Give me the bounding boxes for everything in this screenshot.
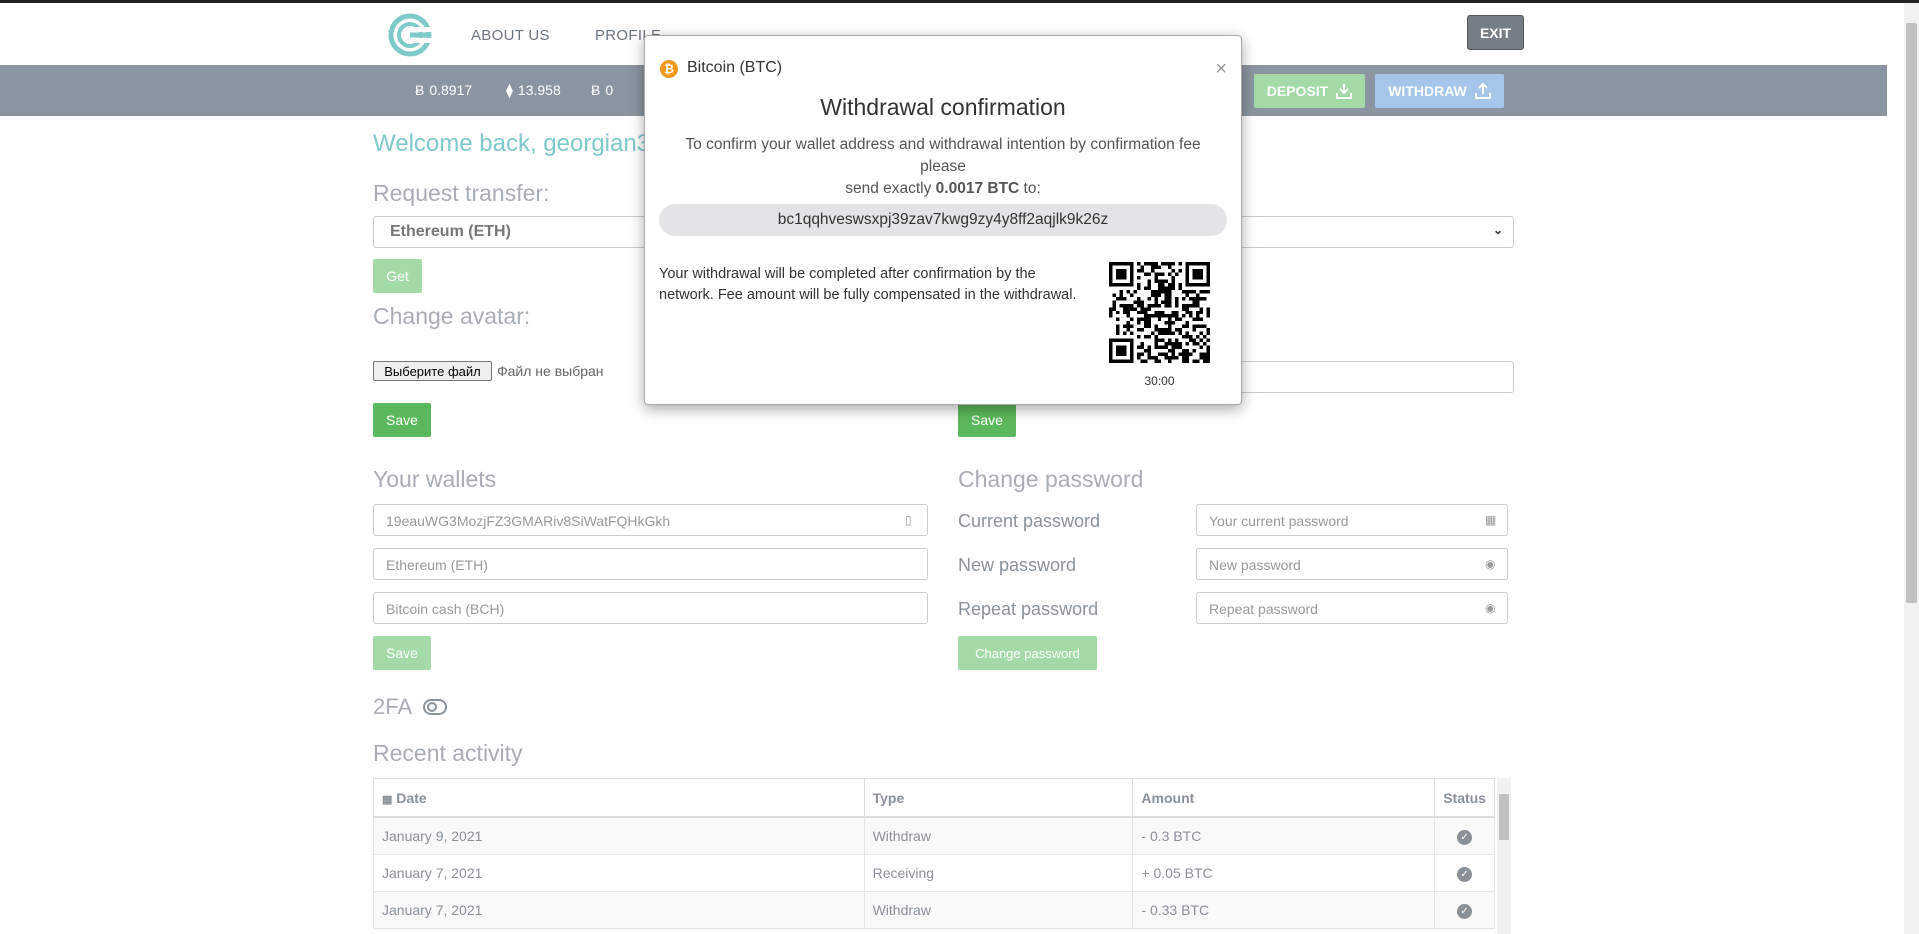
modal-desc-line1: To confirm your wallet address and withd… bbox=[685, 136, 1201, 175]
right-form-save-button[interactable]: Save bbox=[958, 403, 1016, 437]
transfer-currency-value: Ethereum (ETH) bbox=[390, 223, 511, 240]
download-icon bbox=[1336, 84, 1353, 99]
new-password-placeholder: New password bbox=[1209, 557, 1301, 573]
keyboard-icon: ▦ bbox=[1485, 513, 1497, 527]
balance-btc: Ƀ 0.8917 bbox=[415, 82, 472, 98]
choose-file-button[interactable]: Выберите файл bbox=[373, 361, 492, 381]
new-password-field[interactable]: New password ◉ bbox=[1196, 548, 1508, 580]
change-password-title: Change password bbox=[958, 466, 1144, 492]
modal-coin-name: Bitcoin (BTC) bbox=[687, 59, 783, 76]
current-password-placeholder: Your current password bbox=[1209, 513, 1349, 529]
balance-btc-value: 0.8917 bbox=[429, 82, 473, 98]
table-row: January 9, 2021 Withdraw - 0.3 BTC ✓ bbox=[373, 816, 1495, 855]
get-button[interactable]: Get bbox=[373, 259, 422, 293]
qr-code bbox=[1109, 262, 1210, 363]
calendar-icon: ▦ bbox=[382, 793, 393, 806]
twofa-label: 2FA bbox=[373, 694, 413, 719]
table-scrollbar[interactable] bbox=[1497, 778, 1511, 934]
modal-note: Your withdrawal will be completed after … bbox=[659, 266, 1077, 303]
deposit-label: DEPOSIT bbox=[1266, 83, 1329, 99]
balance-eth-value: 13.958 bbox=[517, 82, 561, 98]
withdraw-label: WITHDRAW bbox=[1388, 83, 1467, 99]
row-amount: + 0.05 BTC bbox=[1132, 854, 1436, 892]
modal-desc-suffix: to: bbox=[1019, 180, 1041, 197]
bitcoin-cash-icon: Ƀ bbox=[591, 82, 601, 98]
balance-bch: Ƀ0 bbox=[591, 82, 613, 98]
chevron-down-icon: ⌄ bbox=[1492, 223, 1503, 237]
close-icon[interactable]: × bbox=[1215, 58, 1227, 81]
page-scrollbar-thumb[interactable] bbox=[1906, 23, 1917, 603]
row-status: ✓ bbox=[1434, 891, 1495, 929]
row-date: January 7, 2021 bbox=[373, 854, 865, 892]
btc-wallet-value: 19eauWG3MozjFZ3GMARiv8SiWatFQHkGkh bbox=[386, 513, 671, 529]
bitcoin-icon: Ƀ bbox=[415, 82, 425, 98]
twofa-toggle[interactable] bbox=[423, 699, 447, 715]
row-date: January 9, 2021 bbox=[373, 816, 865, 855]
balance-eth: ⧫ 13.958 bbox=[506, 82, 561, 99]
request-transfer-title: Request transfer: bbox=[373, 180, 550, 206]
right-form-input[interactable] bbox=[1230, 361, 1514, 393]
eth-wallet-placeholder: Ethereum (ETH) bbox=[386, 557, 488, 573]
welcome-message: Welcome back, georgian3 bbox=[373, 130, 651, 157]
nav-about-us[interactable]: ABOUT US bbox=[471, 27, 550, 44]
recent-activity-title: Recent activity bbox=[373, 740, 523, 766]
balance-bch-value: 0 bbox=[605, 82, 614, 98]
avatar-save-button[interactable]: Save bbox=[373, 403, 431, 437]
modal-desc-prefix: send exactly bbox=[845, 180, 936, 197]
row-type: Withdraw bbox=[863, 816, 1134, 855]
type-column-header[interactable]: Type bbox=[863, 778, 1134, 818]
btc-wallet-field[interactable]: 19eauWG3MozjFZ3GMARiv8SiWatFQHkGkh ▯ bbox=[373, 504, 928, 536]
wallets-save-button[interactable]: Save bbox=[373, 636, 431, 670]
key-icon: ◉ bbox=[1485, 557, 1496, 571]
upload-icon bbox=[1474, 83, 1491, 99]
row-type: Withdraw bbox=[863, 891, 1134, 929]
withdrawal-confirmation-modal: ₿ Bitcoin (BTC) × Withdrawal confirmatio… bbox=[644, 35, 1242, 405]
row-amount: - 0.33 BTC bbox=[1132, 891, 1436, 929]
withdraw-button[interactable]: WITHDRAW bbox=[1375, 74, 1504, 108]
modal-description: To confirm your wallet address and withd… bbox=[675, 134, 1211, 200]
repeat-password-field[interactable]: Repeat password ◉ bbox=[1196, 592, 1508, 624]
current-password-label: Current password bbox=[958, 511, 1101, 531]
current-password-field[interactable]: Your current password ▦ bbox=[1196, 504, 1508, 536]
repeat-password-label: Repeat password bbox=[958, 599, 1099, 619]
activity-table: ▦ Date Type Amount Status January 9, 202… bbox=[373, 778, 1495, 929]
row-type: Receiving bbox=[863, 854, 1134, 892]
page-scrollbar[interactable] bbox=[1904, 3, 1919, 934]
bch-wallet-field[interactable]: Bitcoin cash (BCH) bbox=[373, 592, 928, 624]
repeat-password-placeholder: Repeat password bbox=[1209, 601, 1318, 617]
bch-wallet-placeholder: Bitcoin cash (BCH) bbox=[386, 601, 505, 617]
check-circle-icon: ✓ bbox=[1457, 904, 1473, 919]
table-scrollbar-thumb[interactable] bbox=[1499, 794, 1509, 840]
table-row: January 7, 2021 Receiving + 0.05 BTC ✓ bbox=[373, 854, 1495, 892]
row-status: ✓ bbox=[1434, 854, 1495, 892]
check-circle-icon: ✓ bbox=[1457, 867, 1473, 882]
bitcoin-icon: ₿ bbox=[660, 60, 678, 78]
table-row: January 7, 2021 Withdraw - 0.33 BTC ✓ bbox=[373, 891, 1495, 929]
deposit-button[interactable]: DEPOSIT bbox=[1254, 74, 1365, 108]
modal-title: Withdrawal confirmation bbox=[820, 94, 1066, 120]
file-status-text: Файл не выбран bbox=[497, 363, 604, 379]
change-password-button[interactable]: Change password bbox=[958, 636, 1097, 670]
amount-column-header[interactable]: Amount bbox=[1132, 778, 1436, 818]
site-logo[interactable] bbox=[388, 13, 432, 57]
clipboard-icon[interactable]: ▯ bbox=[905, 513, 917, 527]
new-password-label: New password bbox=[958, 555, 1077, 575]
eth-wallet-field[interactable]: Ethereum (ETH) bbox=[373, 548, 928, 580]
date-header-label: Date bbox=[396, 789, 427, 806]
exit-button[interactable]: EXIT bbox=[1467, 15, 1524, 50]
row-date: January 7, 2021 bbox=[373, 891, 865, 929]
modal-fee-amount: 0.0017 BTC bbox=[935, 180, 1020, 197]
date-column-header[interactable]: ▦ Date bbox=[373, 778, 865, 818]
deposit-address[interactable]: bc1qqhveswsxpj39zav7kwg9zy4y8ff2aqjlk9k2… bbox=[659, 204, 1227, 236]
check-circle-icon: ✓ bbox=[1457, 830, 1473, 845]
ethereum-icon: ⧫ bbox=[506, 82, 513, 98]
key-icon: ◉ bbox=[1485, 601, 1496, 615]
row-amount: - 0.3 BTC bbox=[1132, 816, 1436, 855]
countdown-timer: 30:00 bbox=[1144, 374, 1175, 388]
wallets-title: Your wallets bbox=[373, 466, 497, 492]
status-column-header[interactable]: Status bbox=[1434, 778, 1495, 818]
change-avatar-title: Change avatar: bbox=[373, 303, 531, 329]
row-status: ✓ bbox=[1434, 816, 1495, 855]
